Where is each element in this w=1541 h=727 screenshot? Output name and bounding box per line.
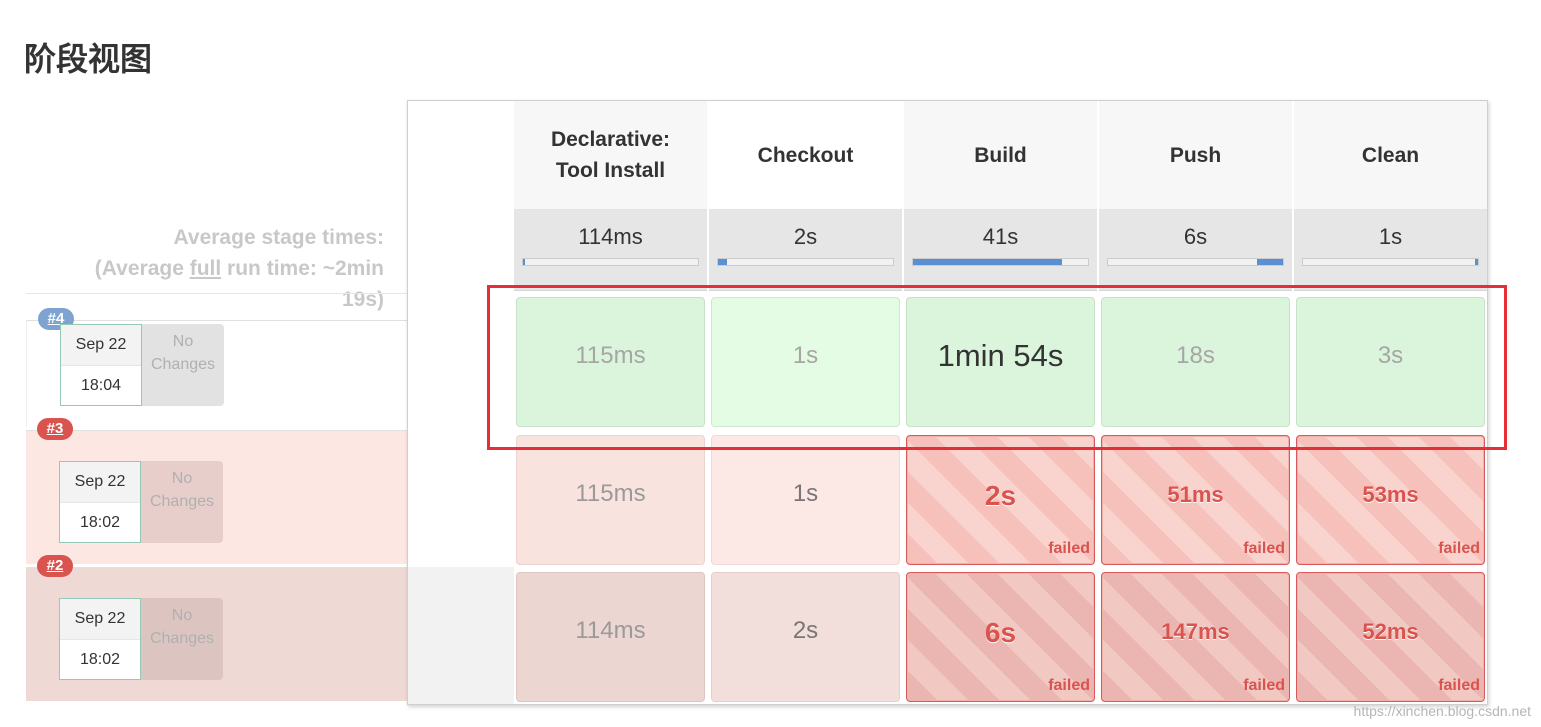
average-line-3: 19s) bbox=[341, 288, 384, 311]
stage-header-checkout: Checkout bbox=[709, 101, 902, 210]
average-stage-times-label: Average stage times: (Average full run t… bbox=[40, 222, 384, 315]
avg-time-bar-fill bbox=[523, 259, 525, 265]
stage-header-tool-install: Declarative: Tool Install bbox=[514, 101, 707, 210]
stage-header-clean: Clean bbox=[1294, 101, 1487, 210]
run-badge[interactable]: #3 bbox=[37, 418, 73, 440]
run-date-box: Sep 22 18:02 bbox=[59, 461, 141, 543]
failed-label: failed bbox=[1048, 540, 1090, 557]
average-line-2: (Average full run time: ~2min bbox=[94, 257, 384, 280]
failed-label: failed bbox=[1438, 540, 1480, 557]
run-row-3[interactable]: #3 Sep 22 18:02 No Changes bbox=[26, 418, 408, 564]
run-date: Sep 22 bbox=[61, 325, 141, 366]
avg-time-cell: 2s bbox=[709, 210, 902, 291]
divider bbox=[26, 293, 408, 294]
run-time: 18:04 bbox=[80, 377, 122, 394]
avg-time-bar bbox=[1107, 258, 1284, 266]
avg-time-cell: 6s bbox=[1099, 210, 1292, 291]
watermark: https://xinchen.blog.csdn.net bbox=[1353, 703, 1531, 719]
changes-box[interactable]: No Changes bbox=[141, 598, 223, 680]
stage-cell-failed[interactable]: 51ms failed bbox=[1101, 435, 1290, 565]
stage-cell[interactable]: 114ms bbox=[516, 572, 705, 702]
stage-cell-failed[interactable]: 2s failed bbox=[906, 435, 1095, 565]
avg-time: 41s bbox=[982, 224, 1019, 249]
avg-time: 1s bbox=[1378, 224, 1403, 249]
stage-cell-failed[interactable]: 53ms failed bbox=[1296, 435, 1485, 565]
failed-label: failed bbox=[1438, 677, 1480, 694]
run-badge[interactable]: #2 bbox=[37, 555, 73, 577]
avg-time-cell: 41s bbox=[904, 210, 1097, 291]
avg-time-cell: 1s bbox=[1294, 210, 1487, 291]
stage-header-push: Push bbox=[1099, 101, 1292, 210]
run-date: Sep 22 bbox=[60, 462, 140, 503]
run-row-2[interactable]: #2 Sep 22 18:02 No Changes bbox=[26, 555, 408, 701]
table-corner bbox=[408, 567, 514, 704]
run-date: Sep 22 bbox=[60, 599, 140, 640]
changes-label: No Changes bbox=[149, 470, 215, 510]
avg-time-bar bbox=[1302, 258, 1479, 266]
avg-time-bar-fill bbox=[1474, 259, 1478, 265]
highlight-annotation-box bbox=[487, 285, 1507, 450]
stage-header-build: Build bbox=[904, 101, 1097, 210]
avg-time-bar bbox=[717, 258, 894, 266]
stage-cell-failed[interactable]: 147ms failed bbox=[1101, 572, 1290, 702]
avg-time-bar-fill bbox=[913, 259, 1062, 265]
changes-box[interactable]: No Changes bbox=[142, 324, 224, 406]
changes-label: No Changes bbox=[150, 333, 216, 373]
failed-label: failed bbox=[1243, 540, 1285, 557]
changes-label: No Changes bbox=[149, 607, 215, 647]
stage-cell[interactable]: 2s bbox=[711, 572, 900, 702]
stage-cell-failed[interactable]: 6s failed bbox=[906, 572, 1095, 702]
stage-cell[interactable]: 1s bbox=[711, 435, 900, 565]
run-row-4[interactable]: #4 Sep 22 18:04 No Changes bbox=[26, 308, 408, 427]
failed-label: failed bbox=[1243, 677, 1285, 694]
average-line-1: Average stage times: bbox=[173, 226, 384, 249]
run-date-box: Sep 22 18:02 bbox=[59, 598, 141, 680]
failed-label: failed bbox=[1048, 677, 1090, 694]
stage-cell-failed[interactable]: 52ms failed bbox=[1296, 572, 1485, 702]
avg-time-cell: 114ms bbox=[514, 210, 707, 291]
run-time: 18:02 bbox=[79, 514, 121, 531]
stage-cell[interactable]: 115ms bbox=[516, 435, 705, 565]
run-date-box: Sep 22 18:04 bbox=[60, 324, 142, 406]
avg-time-bar-fill bbox=[718, 259, 727, 265]
run-time: 18:02 bbox=[79, 651, 121, 668]
avg-time: 2s bbox=[793, 224, 818, 249]
avg-time: 114ms bbox=[578, 224, 643, 249]
avg-time: 6s bbox=[1183, 224, 1208, 249]
avg-time-bar bbox=[522, 258, 699, 266]
changes-box[interactable]: No Changes bbox=[141, 461, 223, 543]
page-title: 阶段视图 bbox=[24, 40, 153, 78]
avg-time-bar bbox=[912, 258, 1089, 266]
avg-time-bar-fill bbox=[1256, 259, 1283, 265]
full-run-link[interactable]: full bbox=[190, 257, 222, 280]
